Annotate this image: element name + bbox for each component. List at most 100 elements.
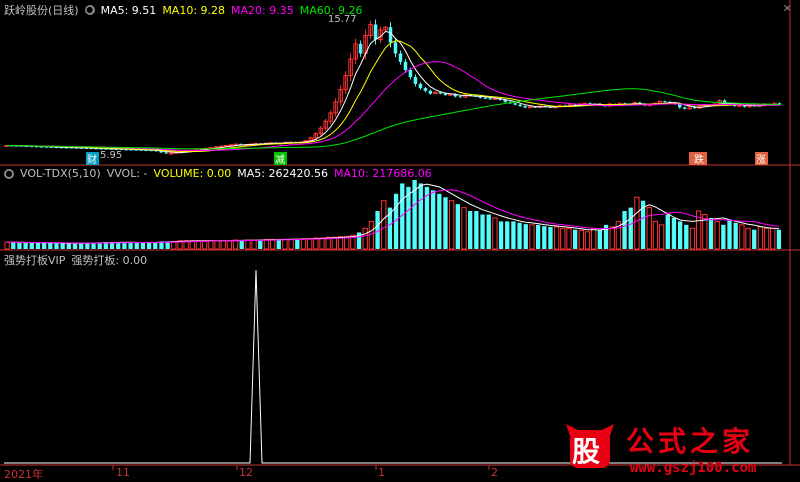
volume-bar	[97, 242, 102, 249]
volume-bar	[220, 240, 226, 250]
x-label-11: 11	[116, 466, 130, 479]
volume-bar	[745, 227, 751, 250]
volume-bar	[455, 204, 460, 249]
volume-bar	[505, 221, 510, 249]
volume-bar	[727, 220, 732, 249]
volume-bar	[591, 227, 597, 250]
price-ma-lines	[6, 30, 780, 154]
stock-chart-window: 跃岭股份(日线) ● MA5: 9.51 MA10: 9.28 MA20: 9.…	[0, 0, 800, 481]
volume-bar	[770, 227, 776, 250]
volume-bar	[646, 207, 652, 250]
volume-bar	[208, 240, 214, 250]
high-price-label: 15.77	[328, 14, 357, 25]
volume-bar	[72, 243, 78, 249]
volume-bar	[91, 242, 96, 249]
volume-bar	[300, 238, 307, 250]
volume-bar	[757, 226, 764, 250]
volume-bar	[245, 239, 251, 250]
volume-bars	[4, 180, 782, 250]
volume-bar	[23, 242, 28, 249]
event-marker-jian[interactable]: 减	[274, 152, 287, 166]
volume-bar	[282, 238, 288, 250]
volume-ma10-line	[7, 189, 779, 244]
volume-bar	[733, 222, 738, 249]
volume-bar	[572, 229, 578, 249]
candle-body	[458, 96, 463, 98]
candle-body	[443, 93, 448, 95]
candle-body	[403, 61, 408, 71]
volume-bar	[578, 229, 584, 250]
volume-bar	[232, 239, 239, 250]
volume-bar	[776, 229, 782, 249]
volume-bar	[609, 226, 615, 250]
volume-bar	[17, 242, 22, 249]
volume-bar	[202, 240, 208, 250]
volume-bar	[542, 226, 547, 249]
volume-bar	[548, 226, 553, 249]
volume-bar	[677, 221, 683, 249]
volume-bar	[584, 231, 591, 250]
volume-bar	[35, 242, 41, 249]
candle-body	[448, 93, 453, 96]
volume-bar	[306, 238, 313, 250]
volume-bar	[689, 227, 696, 250]
event-marker-zhang[interactable]: 涨	[755, 152, 768, 166]
volume-bar	[752, 229, 757, 249]
volume-bar	[597, 229, 603, 249]
volume-bar	[276, 239, 281, 249]
event-marker-cai[interactable]: 财	[86, 152, 99, 166]
volume-bar	[437, 193, 442, 249]
volume-bar	[498, 221, 504, 249]
candle-body	[418, 83, 423, 89]
volume-bar	[258, 240, 263, 249]
candle-body	[483, 97, 488, 99]
candle-body	[408, 70, 413, 78]
event-marker-jian-label: 减	[275, 154, 285, 166]
volume-bar	[295, 238, 300, 249]
volume-bar	[153, 242, 158, 249]
candle-body	[488, 98, 492, 100]
candle-body	[168, 152, 174, 155]
volume-bar	[331, 236, 338, 250]
volume-bar	[239, 240, 244, 249]
event-marker-die[interactable]: 跌	[689, 152, 707, 166]
price-candles	[4, 19, 782, 155]
volume-bar	[523, 224, 528, 249]
kline-chart-svg[interactable]: 15.77 5.95 财 减 跌 涨	[0, 0, 800, 480]
volume-bar	[535, 224, 541, 249]
volume-bar	[529, 224, 535, 250]
volume-bar	[4, 241, 10, 250]
watermark-url: www.gszj100.com	[630, 460, 757, 476]
x-label-1: 1	[378, 466, 385, 479]
volume-bar	[671, 217, 677, 249]
volume-bar	[658, 224, 665, 250]
volume-bar	[511, 221, 516, 249]
candle-body	[663, 101, 667, 103]
volume-bar	[418, 183, 423, 249]
candle-body	[393, 42, 398, 54]
candle-body	[523, 106, 527, 108]
volume-bar	[251, 239, 257, 250]
volume-bar	[684, 224, 689, 249]
candle-body	[373, 24, 378, 40]
volume-bar	[739, 224, 745, 250]
volume-bar	[652, 220, 659, 250]
volume-bar	[622, 211, 627, 249]
candle-body	[518, 104, 522, 107]
watermark-title: 公式之家	[626, 425, 755, 458]
volume-bar	[269, 238, 276, 250]
volume-bar	[134, 242, 139, 249]
volume-bar	[714, 220, 720, 250]
volume-bar	[319, 237, 325, 250]
ma20-line	[6, 61, 780, 151]
volume-bar	[29, 242, 34, 249]
volume-bar	[480, 214, 485, 249]
x-axis-ticks	[112, 465, 490, 470]
ma5-line	[6, 30, 780, 154]
candle-body	[683, 107, 687, 109]
volume-bar	[430, 190, 436, 249]
volume-bar	[448, 200, 455, 250]
candle-body	[358, 43, 363, 54]
ma60-line	[6, 88, 780, 150]
candle-body	[164, 152, 168, 154]
